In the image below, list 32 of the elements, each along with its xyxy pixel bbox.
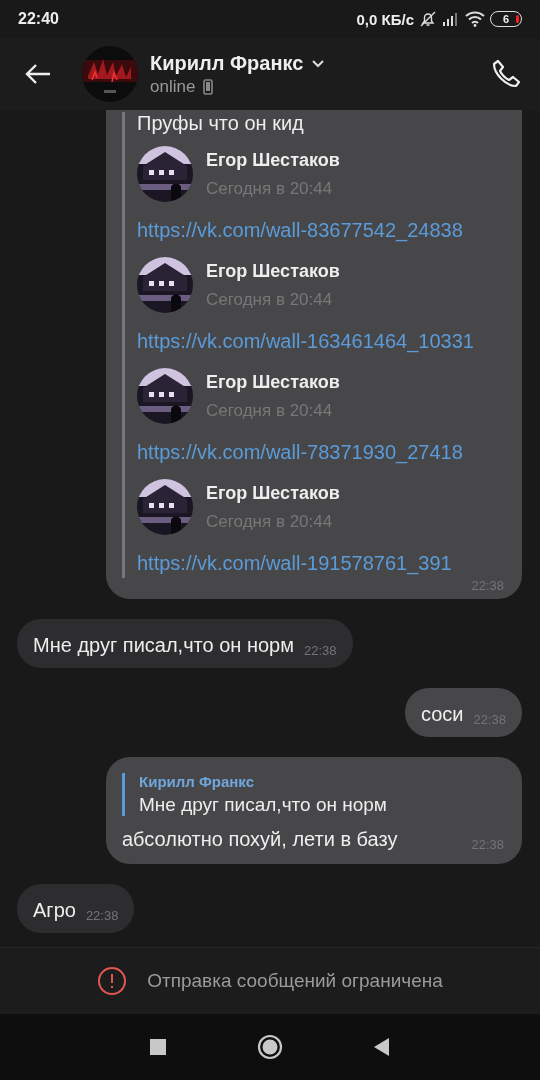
mobile-phone-icon — [203, 78, 214, 95]
online-status: online — [150, 76, 196, 97]
author-name[interactable]: Егор Шестаков — [206, 149, 340, 171]
contact-name[interactable]: Кирилл Франкс — [150, 51, 304, 75]
chevron-down-icon[interactable] — [311, 58, 326, 68]
recents-button-icon[interactable] — [149, 1038, 167, 1056]
warning-icon — [97, 966, 128, 996]
author-name[interactable]: Егор Шестаков — [206, 371, 340, 393]
reply-author[interactable]: Кирилл Франкс — [139, 773, 504, 790]
restriction-notice: Отправка сообщений ограничена — [147, 970, 443, 992]
message-text: абсолютно похуй, лети в базу — [122, 827, 398, 852]
message-time: 22:38 — [85, 908, 119, 923]
network-speed: 0,0 КБ/с — [356, 10, 414, 28]
message-time: 22:38 — [303, 643, 337, 658]
back-arrow-icon[interactable] — [24, 62, 52, 86]
message-bubble[interactable]: Агро 22:38 — [17, 884, 135, 933]
message-text: Мне друг писал,что он норм — [33, 633, 294, 658]
home-button-icon[interactable] — [257, 1034, 283, 1060]
phone-icon[interactable] — [490, 58, 522, 90]
signal-icon — [442, 11, 460, 27]
message-text: Пруфы что он кид — [137, 112, 305, 134]
message-bubble[interactable] — [106, 110, 522, 599]
reply-text: Мне друг писал,что он норм — [139, 794, 388, 816]
message-text: соси — [420, 702, 464, 727]
message-bubble[interactable]: Мне друг писал,что он норм 22:38 — [17, 619, 353, 668]
author-name[interactable]: Егор Шестаков — [206, 482, 340, 504]
back-button-icon[interactable] — [373, 1037, 391, 1057]
muted-bell-icon — [419, 10, 437, 28]
author-name[interactable]: Егор Шестаков — [206, 260, 340, 282]
clock-time: 22:40 — [18, 10, 59, 28]
message-text: Агро — [33, 898, 76, 923]
wifi-icon — [465, 11, 485, 27]
